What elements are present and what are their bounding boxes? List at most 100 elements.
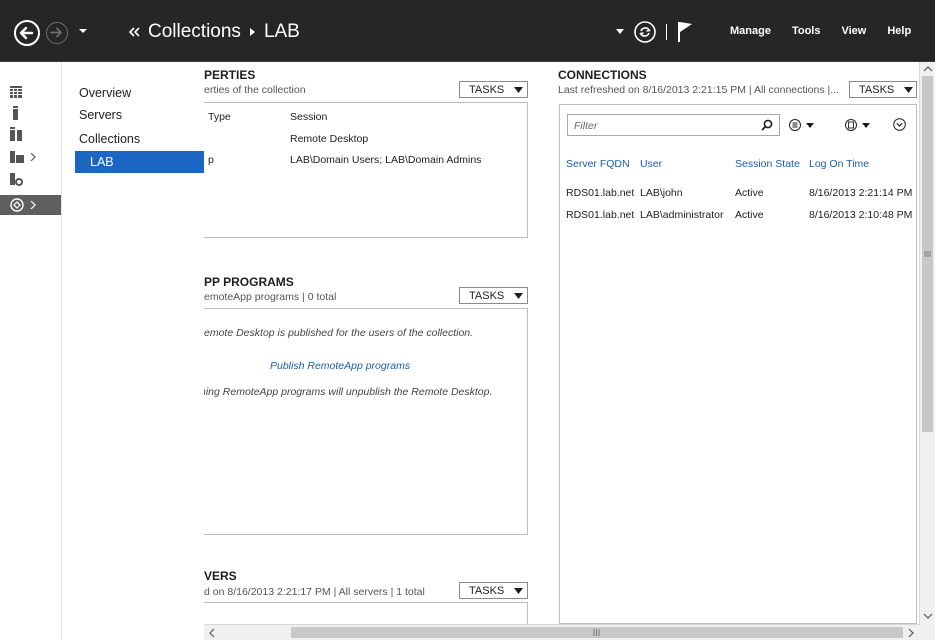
remoteapp-title: PP PROGRAMS	[204, 275, 294, 289]
menu-bar: Manage Tools View Help	[730, 25, 911, 37]
filter-input[interactable]: Filter	[567, 114, 780, 136]
cell-user: LAB\john	[640, 187, 683, 199]
properties-tasks-button[interactable]: TASKS	[459, 81, 528, 98]
connections-grid: Filter Server FQDN User Session State Lo…	[559, 104, 917, 624]
nav-file-storage[interactable]	[10, 147, 54, 167]
chevron-right-icon[interactable]	[30, 153, 36, 161]
connections-panel: CONNECTIONS Last refreshed on 8/16/2013 …	[549, 62, 919, 624]
property-value: LAB\Domain Users; LAB\Domain Admins	[290, 154, 482, 166]
iis-icon	[10, 173, 23, 186]
horizontal-scrollbar[interactable]	[204, 624, 920, 640]
toolbar-divider	[666, 24, 667, 40]
scroll-up-icon[interactable]	[921, 63, 935, 75]
menu-help[interactable]: Help	[887, 25, 911, 37]
flyout-item-collections[interactable]: Collections	[79, 132, 140, 146]
navigation-icon-bar	[0, 62, 62, 640]
nav-dashboard[interactable]	[10, 82, 54, 102]
caret-down-icon	[514, 587, 524, 594]
cell-log-on-time: 8/16/2013 2:10:48 PM	[809, 209, 913, 221]
filter-options-icon[interactable]	[789, 118, 815, 132]
menu-view[interactable]: View	[841, 25, 866, 37]
connections-title: CONNECTIONS	[558, 68, 647, 82]
property-key: Type	[208, 111, 231, 123]
properties-title: PERTIES	[204, 68, 256, 82]
flyout-item-overview[interactable]: Overview	[79, 86, 131, 100]
grip-icon	[924, 251, 931, 257]
vertical-scroll-thumb[interactable]	[922, 76, 933, 432]
servers-box	[204, 602, 528, 624]
column-header-session-state[interactable]: Session State	[735, 158, 800, 170]
breadcrumb-lab[interactable]: LAB	[264, 21, 300, 43]
local-server-icon	[13, 106, 18, 120]
breadcrumb: Collections LAB	[128, 21, 300, 43]
property-key: p	[208, 154, 214, 166]
column-header-user[interactable]: User	[640, 158, 662, 170]
caret-down-icon	[514, 292, 524, 299]
title-bar-tools	[616, 18, 694, 46]
tasks-label: TASKS	[859, 83, 895, 96]
cell-user: LAB\administrator	[640, 209, 724, 221]
back-button[interactable]	[14, 20, 40, 46]
remoteapp-note: emote Desktop is published for the users…	[204, 327, 474, 339]
tasks-label: TASKS	[469, 83, 505, 96]
flyout-item-lab[interactable]: LAB	[75, 151, 204, 173]
history-dropdown[interactable]	[78, 26, 88, 38]
property-value: Session	[290, 111, 328, 123]
remoteapp-box: emote Desktop is published for the users…	[204, 308, 528, 535]
rds-flyout-menu: Overview Servers Collections LAB	[62, 62, 204, 640]
scroll-down-icon[interactable]	[921, 610, 935, 622]
property-value: Remote Desktop	[290, 133, 369, 145]
breadcrumb-collections[interactable]: Collections	[148, 21, 241, 43]
connections-subtitle: Last refreshed on 8/16/2013 2:21:15 PM |…	[558, 84, 839, 96]
caret-down-icon	[904, 86, 914, 93]
grip-icon	[593, 629, 600, 636]
chevron-right-icon[interactable]	[30, 201, 36, 209]
menu-manage[interactable]: Manage	[730, 25, 771, 37]
notifications-flag-icon[interactable]	[676, 20, 694, 44]
double-chevron-left-icon[interactable]	[128, 27, 140, 37]
forward-arrow-icon	[50, 27, 62, 38]
collection-details-panel: PERTIES erties of the collection TASKS T…	[204, 62, 549, 624]
nav-local-server[interactable]	[10, 103, 54, 123]
nav-all-servers[interactable]	[10, 124, 54, 144]
filter-placeholder: Filter	[574, 120, 598, 132]
tasks-label: TASKS	[469, 289, 505, 302]
cell-session-state: Active	[735, 187, 764, 199]
dashboard-icon	[10, 86, 22, 98]
expand-icon[interactable]	[893, 118, 906, 131]
remoteapp-warning: hing RemoteApp programs will unpublish t…	[204, 386, 493, 398]
vertical-scrollbar[interactable]	[919, 62, 935, 640]
remoteapp-tasks-button[interactable]: TASKS	[459, 287, 528, 304]
remote-desktop-services-icon	[10, 198, 24, 212]
flyout-item-servers[interactable]: Servers	[79, 108, 122, 122]
column-header-server-fqdn[interactable]: Server FQDN	[566, 158, 630, 170]
cell-server-fqdn: RDS01.lab.net	[566, 209, 635, 221]
refresh-icon[interactable]	[633, 20, 657, 44]
properties-box: Type Session Remote Desktop p LAB\Domain…	[204, 102, 528, 238]
scroll-left-icon[interactable]	[207, 627, 217, 639]
scroll-right-icon[interactable]	[906, 627, 916, 639]
properties-subtitle: erties of the collection	[204, 84, 306, 96]
breadcrumb-separator-icon	[249, 28, 255, 36]
search-icon[interactable]	[761, 119, 773, 131]
nav-remote-desktop-services[interactable]	[0, 195, 61, 215]
menu-tools[interactable]: Tools	[792, 25, 821, 37]
forward-button[interactable]	[46, 22, 68, 44]
servers-subtitle: d on 8/16/2013 2:21:17 PM | All servers …	[204, 586, 425, 598]
horizontal-scroll-thumb[interactable]	[291, 627, 903, 638]
remoteapp-subtitle: emoteApp programs | 0 total	[204, 291, 337, 303]
save-query-icon[interactable]	[845, 118, 871, 132]
caret-down-icon[interactable]	[616, 29, 624, 35]
caret-down-icon	[79, 29, 87, 33]
file-storage-icon	[10, 151, 24, 163]
tasks-label: TASKS	[469, 584, 505, 597]
nav-iis[interactable]	[10, 170, 54, 190]
cell-session-state: Active	[735, 209, 764, 221]
cell-server-fqdn: RDS01.lab.net	[566, 187, 635, 199]
back-arrow-icon	[19, 26, 34, 40]
servers-tasks-button[interactable]: TASKS	[459, 582, 528, 599]
servers-title: VERS	[204, 569, 237, 583]
publish-remoteapp-link[interactable]: Publish RemoteApp programs	[270, 360, 410, 372]
column-header-log-on-time[interactable]: Log On Time	[809, 158, 869, 170]
connections-tasks-button[interactable]: TASKS	[849, 81, 917, 98]
